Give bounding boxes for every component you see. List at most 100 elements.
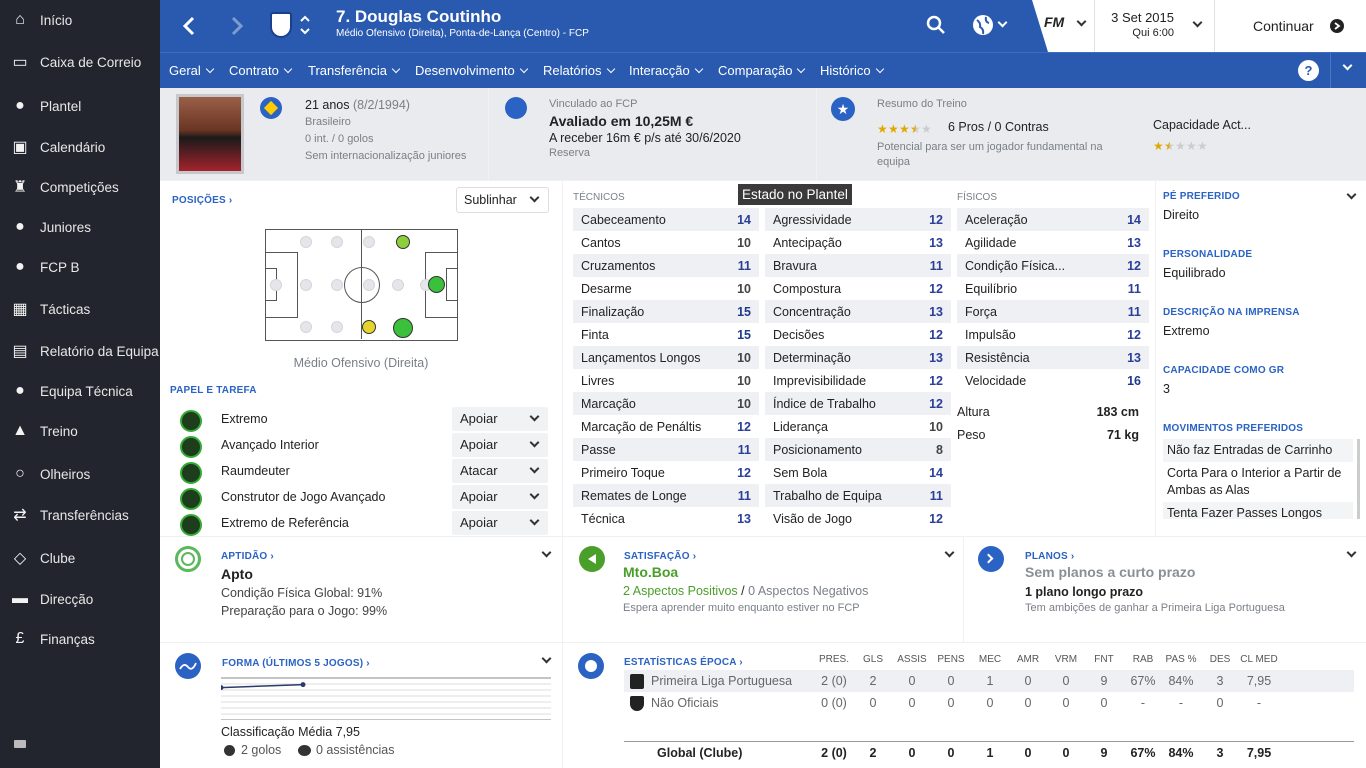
attribute-row[interactable]: Compostura 12 xyxy=(765,277,951,300)
chevron-down-icon[interactable] xyxy=(541,653,552,664)
attribute-row[interactable]: Resistência 13 xyxy=(957,346,1149,369)
stats-header[interactable]: AMR xyxy=(1008,654,1048,665)
attribute-row[interactable]: Índice de Trabalho 12 xyxy=(765,392,951,415)
fm-menu-button[interactable]: FM xyxy=(1044,14,1094,38)
attribute-row[interactable]: Sem Bola 14 xyxy=(765,461,951,484)
sidebar-item[interactable]: ◇ Clube xyxy=(0,538,160,578)
attribute-row[interactable]: Trabalho de Equipa 11 xyxy=(765,484,951,507)
nav-tab[interactable]: Geral xyxy=(169,63,213,78)
sidebar-item[interactable]: ▭ Caixa de Correio xyxy=(0,42,160,82)
chevron-down-icon[interactable] xyxy=(1346,189,1357,200)
sidebar-item[interactable]: ▤ Relatório da Equipa xyxy=(0,331,160,371)
chevron-down-icon[interactable] xyxy=(541,547,552,558)
attribute-row[interactable]: Livres 10 xyxy=(573,369,759,392)
attribute-row[interactable]: Equilíbrio 11 xyxy=(957,277,1149,300)
plans-link[interactable]: PLANOS › xyxy=(1025,551,1074,562)
sidebar-item[interactable]: £ Finanças xyxy=(0,619,160,659)
nav-tab[interactable]: Desenvolvimento xyxy=(415,63,527,78)
attribute-row[interactable]: Marcação de Penáltis 12 xyxy=(573,415,759,438)
date-button[interactable]: 3 Set 2015 Qui 6:00 xyxy=(1100,8,1204,44)
stats-header[interactable]: MEC xyxy=(970,654,1010,665)
attribute-row[interactable]: Condição Física... 12 xyxy=(957,254,1149,277)
sidebar-item[interactable]: ▦ Tácticas xyxy=(0,289,160,329)
duty-select[interactable]: Apoiar xyxy=(452,433,548,457)
continue-button[interactable]: Continuar xyxy=(1216,0,1366,52)
stats-header[interactable]: PENS xyxy=(931,654,971,665)
attribute-row[interactable]: Finalização 15 xyxy=(573,300,759,323)
attribute-row[interactable]: Lançamentos Longos 10 xyxy=(573,346,759,369)
stats-header[interactable]: GLS xyxy=(853,654,893,665)
attribute-row[interactable]: Decisões 12 xyxy=(765,323,951,346)
back-button[interactable] xyxy=(178,14,200,38)
nav-tab[interactable]: Relatórios xyxy=(543,63,614,78)
attribute-row[interactable]: Determinação 13 xyxy=(765,346,951,369)
sidebar-item[interactable]: ⇄ Transferências xyxy=(0,495,160,535)
stats-header[interactable]: RAB xyxy=(1123,654,1163,665)
attribute-row[interactable]: Marcação 10 xyxy=(573,392,759,415)
sidebar-item[interactable]: ○ Olheiros xyxy=(0,454,160,494)
attribute-row[interactable]: Concentração 13 xyxy=(765,300,951,323)
duty-select[interactable]: Apoiar xyxy=(452,511,548,535)
expand-button[interactable] xyxy=(1340,60,1358,78)
sidebar-item[interactable]: ● Equipa Técnica xyxy=(0,371,160,411)
attribute-row[interactable]: Bravura 11 xyxy=(765,254,951,277)
sidebar-item[interactable]: ⌂ Início xyxy=(0,0,160,40)
scrollbar[interactable] xyxy=(1357,439,1360,519)
sidebar-item[interactable]: ● FCP B xyxy=(0,247,160,287)
forward-button[interactable] xyxy=(226,14,248,38)
stats-header[interactable]: PRES. xyxy=(814,654,854,665)
sidebar-item[interactable]: ▬ Direcção xyxy=(0,579,160,619)
nav-tab[interactable]: Transferência xyxy=(308,63,399,78)
nav-tab[interactable]: Histórico xyxy=(820,63,883,78)
attribute-row[interactable]: Desarme 10 xyxy=(573,277,759,300)
player-switch-button[interactable] xyxy=(298,12,312,38)
stats-header[interactable]: FNT xyxy=(1084,654,1124,665)
attribute-row[interactable]: Força 11 xyxy=(957,300,1149,323)
attribute-row[interactable]: Cabeceamento 14 xyxy=(573,208,759,231)
satisfaction-link[interactable]: SATISFAÇÃO › xyxy=(624,551,696,562)
positions-link[interactable]: POSIÇÕES › xyxy=(172,195,232,206)
stats-header[interactable]: PAS % xyxy=(1161,654,1201,665)
fitness-link[interactable]: APTIDÃO › xyxy=(221,551,274,562)
attribute-row[interactable]: Visão de Jogo 12 xyxy=(765,507,951,530)
attribute-row[interactable]: Finta 15 xyxy=(573,323,759,346)
attribute-row[interactable]: Cantos 10 xyxy=(573,231,759,254)
positive-aspects[interactable]: 2 Aspectos Positivos xyxy=(623,584,738,598)
season-stats-link[interactable]: ESTATÍSTICAS ÉPOCA › xyxy=(624,657,743,668)
form-point[interactable] xyxy=(221,685,224,691)
attribute-row[interactable]: Velocidade 16 xyxy=(957,369,1149,392)
help-button[interactable]: ? xyxy=(1298,60,1319,81)
nav-tab[interactable]: Comparação xyxy=(718,63,804,78)
search-button[interactable] xyxy=(926,15,946,35)
stats-header[interactable]: DES xyxy=(1200,654,1240,665)
sidebar-item[interactable]: ● Juniores xyxy=(0,207,160,247)
attribute-row[interactable]: Agilidade 13 xyxy=(957,231,1149,254)
stats-header[interactable]: VRM xyxy=(1046,654,1086,665)
stats-header[interactable]: CL MED xyxy=(1239,654,1279,665)
attribute-row[interactable]: Posicionamento 8 xyxy=(765,438,951,461)
chevron-down-icon[interactable] xyxy=(944,547,955,558)
attribute-row[interactable]: Antecipação 13 xyxy=(765,231,951,254)
negative-aspects[interactable]: 0 Aspectos Negativos xyxy=(748,584,868,598)
chevron-down-icon[interactable] xyxy=(1346,547,1357,558)
nav-tab[interactable]: Contrato xyxy=(229,63,291,78)
world-button[interactable] xyxy=(972,14,1012,36)
attribute-row[interactable]: Agressividade 12 xyxy=(765,208,951,231)
sidebar-item[interactable]: ● Plantel xyxy=(0,86,160,126)
attribute-row[interactable]: Imprevisibilidade 12 xyxy=(765,369,951,392)
nav-tab[interactable]: Interacção xyxy=(629,63,702,78)
attribute-row[interactable]: Liderança 10 xyxy=(765,415,951,438)
attribute-row[interactable]: Passe 11 xyxy=(573,438,759,461)
attribute-row[interactable]: Cruzamentos 11 xyxy=(573,254,759,277)
attribute-row[interactable]: Primeiro Toque 12 xyxy=(573,461,759,484)
duty-select[interactable]: Apoiar xyxy=(452,407,548,431)
duty-select[interactable]: Apoiar xyxy=(452,485,548,509)
stats-header[interactable]: ASSIS xyxy=(892,654,932,665)
sidebar-item[interactable]: ▣ Calendário xyxy=(0,127,160,167)
attribute-row[interactable]: Aceleração 14 xyxy=(957,208,1149,231)
form-link[interactable]: FORMA (ÚLTIMOS 5 JOGOS) › xyxy=(222,658,370,669)
attribute-row[interactable]: Impulsão 12 xyxy=(957,323,1149,346)
highlight-select[interactable]: Sublinhar xyxy=(456,187,549,213)
attribute-row[interactable]: Técnica 13 xyxy=(573,507,759,530)
duty-select[interactable]: Atacar xyxy=(452,459,548,483)
